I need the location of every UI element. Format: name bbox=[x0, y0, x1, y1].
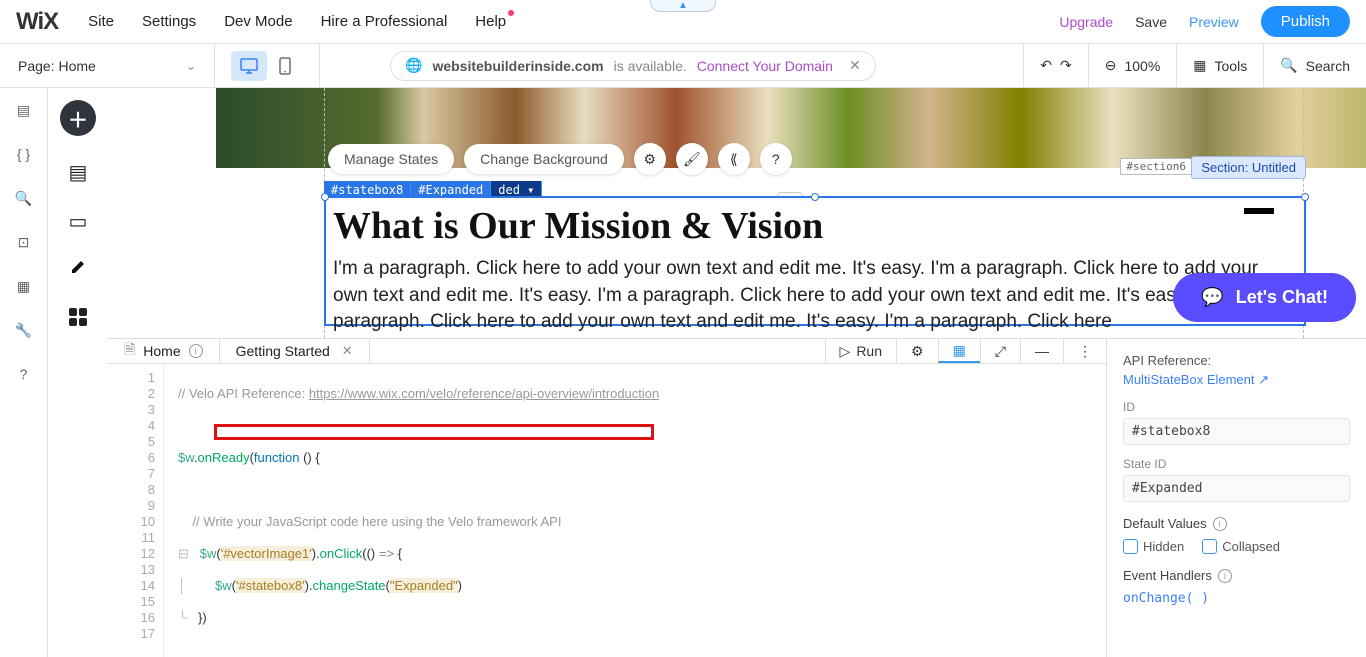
desktop-icon bbox=[240, 58, 258, 74]
line-gutter: 1234567891011121314151617 bbox=[108, 364, 164, 657]
package-icon[interactable]: ⊡ bbox=[14, 232, 34, 252]
page-icon[interactable]: ▭ bbox=[69, 209, 88, 234]
expand-icon[interactable]: ⤢ bbox=[980, 339, 1020, 363]
page-code-icon[interactable]: ▤ bbox=[14, 100, 34, 120]
tools-button[interactable]: ▦ Tools bbox=[1176, 44, 1263, 87]
id-label: ID bbox=[1123, 400, 1350, 414]
ctx-help-icon[interactable]: ? bbox=[760, 143, 792, 175]
design-brush-icon[interactable]: 🖌 bbox=[676, 143, 708, 175]
close-icon[interactable]: ✕ bbox=[849, 57, 861, 74]
chevron-down-icon: ⌄ bbox=[186, 59, 196, 73]
play-icon: ▷ bbox=[840, 343, 851, 360]
resize-handle[interactable] bbox=[1301, 193, 1309, 201]
resize-handle[interactable] bbox=[811, 193, 819, 201]
editor-canvas[interactable]: Manage States Change Background ⚙ 🖌 ⟪ ? … bbox=[108, 88, 1366, 338]
page-label: Page: Home bbox=[18, 58, 96, 74]
menu-devmode[interactable]: Dev Mode bbox=[224, 13, 292, 30]
menu-help[interactable]: Help bbox=[475, 13, 506, 30]
braces-icon[interactable]: { } bbox=[14, 144, 34, 164]
db-icon[interactable]: ▦ bbox=[14, 276, 34, 296]
save-link[interactable]: Save bbox=[1135, 14, 1167, 30]
zoom-icon: ⊖ bbox=[1105, 57, 1117, 74]
add-panel-rail: ＋ ▤ ▭ bbox=[48, 88, 108, 657]
chat-icon: 💬 bbox=[1201, 287, 1223, 308]
search-rail-icon[interactable]: 🔍 bbox=[14, 188, 34, 208]
upgrade-link[interactable]: Upgrade bbox=[1059, 14, 1113, 30]
info-icon[interactable]: i bbox=[1218, 569, 1232, 583]
desktop-view-button[interactable] bbox=[231, 51, 267, 81]
state-id-field[interactable]: #Expanded bbox=[1123, 475, 1350, 502]
wrench-icon[interactable]: 🔧 bbox=[14, 320, 34, 340]
info-icon[interactable]: i bbox=[189, 344, 203, 358]
minimize-icon[interactable]: — bbox=[1020, 339, 1063, 363]
connect-domain-link[interactable]: Connect Your Domain bbox=[697, 58, 833, 74]
api-ref-link[interactable]: MultiStateBox Element ↗ bbox=[1123, 372, 1269, 387]
menu-settings[interactable]: Settings bbox=[142, 13, 196, 30]
code-tab-getting-started[interactable]: Getting Started ✕ bbox=[220, 339, 370, 363]
settings-gear-icon[interactable]: ⚙ bbox=[634, 143, 666, 175]
section-icon[interactable]: ▤ bbox=[69, 160, 88, 185]
code-tab-home[interactable]: 🗎 Home i bbox=[108, 339, 220, 363]
api-ref-label: API Reference: bbox=[1123, 353, 1350, 368]
section-label[interactable]: Section: Untitled bbox=[1191, 156, 1306, 179]
manage-states-button[interactable]: Manage States bbox=[328, 144, 454, 174]
theme-icon[interactable] bbox=[68, 258, 88, 284]
code-editor[interactable]: 1234567891011121314151617 // Velo API Re… bbox=[108, 364, 1106, 657]
globe-icon: 🌐 bbox=[405, 57, 422, 74]
more-icon[interactable]: ⋮ bbox=[1063, 339, 1106, 363]
redo-button[interactable]: ↷ bbox=[1060, 57, 1072, 74]
domain-availability: is available. bbox=[614, 58, 687, 74]
section-hash-tag: #section6 bbox=[1120, 158, 1192, 175]
undo-button[interactable]: ↶ bbox=[1040, 57, 1052, 74]
properties-panel: API Reference: MultiStateBox Element ↗ I… bbox=[1106, 339, 1366, 657]
id-field[interactable]: #statebox8 bbox=[1123, 418, 1350, 445]
animation-icon[interactable]: ⟪ bbox=[718, 143, 750, 175]
search-icon: 🔍 bbox=[1280, 57, 1297, 74]
domain-pill: 🌐 websitebuilderinside.com is available.… bbox=[390, 51, 876, 81]
default-values-label: Default Values bbox=[1123, 516, 1207, 531]
add-button[interactable]: ＋ bbox=[60, 100, 96, 136]
code-panel: 🗎 Home i Getting Started ✕ ▷ Run ⚙ bbox=[108, 338, 1366, 657]
hidden-checkbox[interactable]: Hidden bbox=[1123, 539, 1184, 554]
wix-logo: WiX bbox=[16, 8, 58, 36]
publish-button[interactable]: Publish bbox=[1261, 6, 1350, 37]
mobile-icon bbox=[279, 57, 291, 75]
help-icon[interactable]: ? bbox=[14, 364, 34, 384]
info-icon[interactable]: i bbox=[1213, 517, 1227, 531]
heading-text[interactable]: What is Our Mission & Vision bbox=[333, 204, 1296, 248]
chat-button[interactable]: 💬 Let's Chat! bbox=[1173, 273, 1356, 322]
tools-icon: ▦ bbox=[1193, 57, 1206, 74]
run-button[interactable]: ▷ Run bbox=[825, 339, 896, 363]
search-button[interactable]: 🔍 Search bbox=[1263, 44, 1366, 87]
zoom-control[interactable]: ⊖ 100% bbox=[1088, 44, 1177, 87]
resize-handle[interactable] bbox=[321, 193, 329, 201]
props-panel-toggle[interactable]: ▦ bbox=[938, 339, 980, 363]
menu-hire[interactable]: Hire a Professional bbox=[321, 13, 448, 30]
state-id-label: State ID bbox=[1123, 457, 1350, 471]
page-selector[interactable]: Page: Home ⌄ bbox=[0, 44, 215, 87]
change-background-button[interactable]: Change Background bbox=[464, 144, 624, 174]
page-doc-icon: 🗎 bbox=[124, 339, 135, 363]
collapsed-checkbox[interactable]: Collapsed bbox=[1202, 539, 1280, 554]
domain-name: websitebuilderinside.com bbox=[432, 58, 603, 74]
mobile-view-button[interactable] bbox=[267, 51, 303, 81]
onchange-handler[interactable]: onChange( ) bbox=[1123, 591, 1350, 606]
menu-site[interactable]: Site bbox=[88, 13, 114, 30]
tab-arrow-handle[interactable]: ▲ bbox=[650, 0, 716, 12]
left-rail: ▤ { } 🔍 ⊡ ▦ 🔧 ? bbox=[0, 88, 48, 657]
event-handlers-label: Event Handlers bbox=[1123, 568, 1212, 583]
top-menu-bar: ▲ WiX Site Settings Dev Mode Hire a Prof… bbox=[0, 0, 1366, 44]
close-tab-icon[interactable]: ✕ bbox=[342, 343, 353, 359]
paragraph-text[interactable]: I'm a paragraph. Click here to add your … bbox=[333, 256, 1296, 336]
sub-toolbar: Page: Home ⌄ 🌐 websitebuilderinside.com … bbox=[0, 44, 1366, 88]
apps-icon[interactable] bbox=[69, 308, 87, 326]
settings-icon[interactable]: ⚙ bbox=[896, 339, 938, 363]
preview-link[interactable]: Preview bbox=[1189, 14, 1239, 30]
